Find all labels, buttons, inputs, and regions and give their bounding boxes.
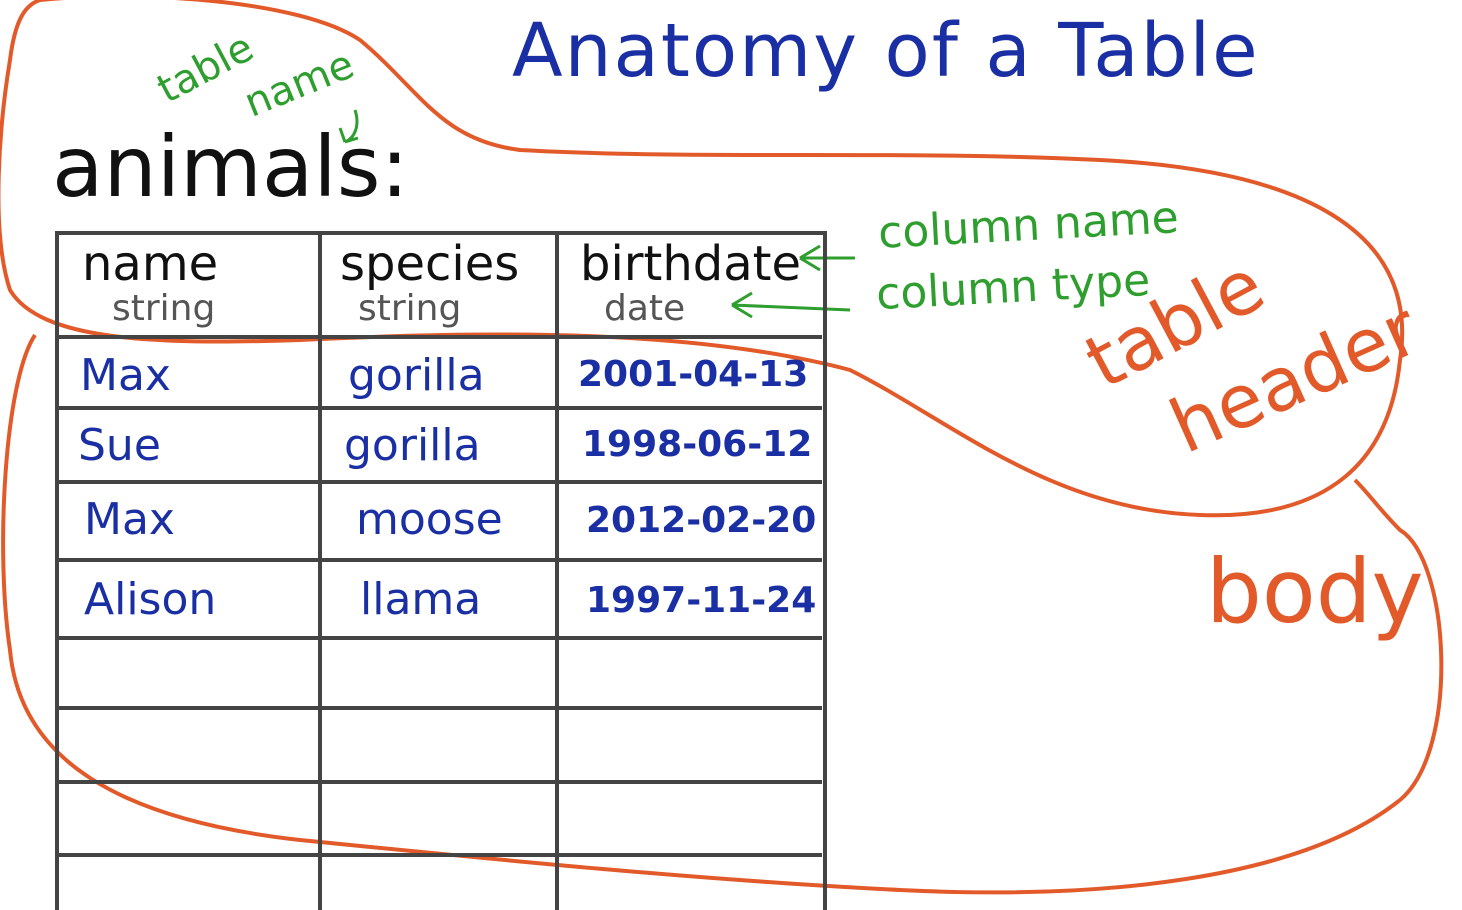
cell-row4-birthdate: 1997-11-24 xyxy=(586,580,817,621)
cell-row1-name: Max xyxy=(80,350,171,401)
cell-row1-species: gorilla xyxy=(348,350,485,401)
cell-row3-species: moose xyxy=(356,494,503,545)
table-name-label: animals: xyxy=(52,118,409,216)
cell-row4-name: Alison xyxy=(84,574,217,625)
column-header-species: species xyxy=(340,236,520,292)
page-title: Anatomy of a Table xyxy=(512,8,1260,94)
cell-row1-birthdate: 2001-04-13 xyxy=(578,354,809,395)
cell-row2-birthdate: 1998-06-12 xyxy=(582,424,813,465)
column-type-name: string xyxy=(112,288,216,329)
column-header-birthdate: birthdate xyxy=(580,236,802,292)
cell-row2-species: gorilla xyxy=(344,420,481,471)
cell-row2-name: Sue xyxy=(78,420,161,471)
column-type-species: string xyxy=(358,288,462,329)
column-type-birthdate: date xyxy=(604,288,686,329)
cell-row4-species: llama xyxy=(360,574,482,625)
cell-row3-name: Max xyxy=(84,494,175,545)
arrow-column-type xyxy=(731,291,851,319)
column-header-name: name xyxy=(82,236,219,292)
cell-row3-birthdate: 2012-02-20 xyxy=(586,500,817,541)
annotation-body: body xyxy=(1206,540,1424,643)
arrow-column-name xyxy=(799,244,855,272)
